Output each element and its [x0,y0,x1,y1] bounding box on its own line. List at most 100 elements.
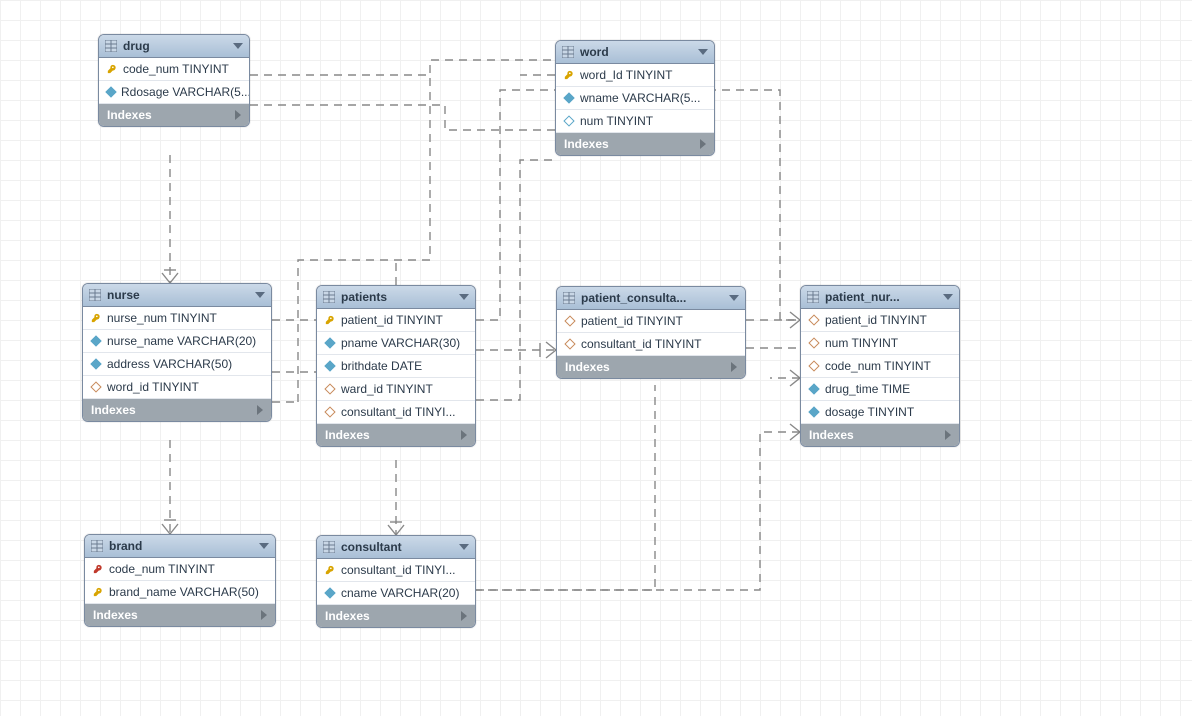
column-row[interactable]: patient_id TINYINT [557,310,745,333]
table-icon [105,40,117,52]
indexes-section[interactable]: Indexes [317,605,475,627]
column-row[interactable]: code_num TINYINT [99,58,249,81]
table-header[interactable]: nurse [83,284,271,307]
indexes-label: Indexes [91,403,136,417]
column-label: nurse_num TINYINT [107,311,217,325]
column-row[interactable]: cname VARCHAR(20) [317,582,475,605]
chevron-right-icon [700,139,706,149]
diamond-icon [564,93,574,103]
table-header[interactable]: patient_nur... [801,286,959,309]
chevron-right-icon [257,405,263,415]
table-header[interactable]: consultant [317,536,475,559]
key-icon [93,564,103,574]
indexes-section[interactable]: Indexes [83,399,271,421]
column-label: code_num TINYINT [109,562,215,576]
column-row[interactable]: num TINYINT [801,332,959,355]
table-patient_nur[interactable]: patient_nur... patient_id TINYINT num TINY… [800,285,960,447]
column-label: address VARCHAR(50) [107,357,232,371]
column-row[interactable]: consultant_id TINYINT [557,333,745,356]
chevron-down-icon[interactable] [729,295,739,301]
indexes-section[interactable]: Indexes [556,133,714,155]
table-title: brand [109,539,253,553]
diamond-icon [91,359,101,369]
chevron-down-icon[interactable] [259,543,269,549]
indexes-label: Indexes [325,428,370,442]
column-row[interactable]: ward_id TINYINT [317,378,475,401]
column-row[interactable]: consultant_id TINYI... [317,559,475,582]
chevron-down-icon[interactable] [459,294,469,300]
indexes-label: Indexes [325,609,370,623]
column-row[interactable]: drug_time TIME [801,378,959,401]
column-label: dosage TINYINT [825,405,914,419]
key-icon [107,64,117,74]
column-row[interactable]: code_num TINYINT [801,355,959,378]
column-label: consultant_id TINYINT [581,337,702,351]
table-title: patient_nur... [825,290,937,304]
column-label: wname VARCHAR(5... [580,91,700,105]
diamond-icon [565,339,575,349]
table-title: word [580,45,692,59]
table-consultant[interactable]: consultantconsultant_id TINYI...cname VA… [316,535,476,628]
column-row[interactable]: pname VARCHAR(30) [317,332,475,355]
table-icon [89,289,101,301]
column-label: pname VARCHAR(30) [341,336,460,350]
table-drug[interactable]: drug code_num TINYINT Rdosage VARCHAR(5...… [98,34,250,127]
column-row[interactable]: code_num TINYINT [85,558,275,581]
column-label: word_Id TINYINT [580,68,672,82]
key-icon [325,565,335,575]
column-row[interactable]: consultant_id TINYI... [317,401,475,424]
table-header[interactable]: word [556,41,714,64]
column-row[interactable]: address VARCHAR(50) [83,353,271,376]
chevron-right-icon [261,610,267,620]
diamond-icon [325,361,335,371]
chevron-down-icon[interactable] [255,292,265,298]
table-patient_consulta[interactable]: patient_consulta... patient_id TINYINT con… [556,286,746,379]
diamond-icon [325,338,335,348]
column-label: ward_id TINYINT [341,382,433,396]
column-row[interactable]: brand_name VARCHAR(50) [85,581,275,604]
column-label: patient_id TINYINT [341,313,443,327]
column-row[interactable]: wname VARCHAR(5... [556,87,714,110]
table-nurse[interactable]: nurse nurse_num TINYINT nurse_name VARCHAR… [82,283,272,422]
column-row[interactable]: patient_id TINYINT [317,309,475,332]
table-header[interactable]: drug [99,35,249,58]
chevron-right-icon [945,430,951,440]
column-label: code_num TINYINT [825,359,931,373]
column-row[interactable]: nurse_num TINYINT [83,307,271,330]
column-label: brand_name VARCHAR(50) [109,585,259,599]
column-row[interactable]: num TINYINT [556,110,714,133]
chevron-down-icon[interactable] [233,43,243,49]
table-brand[interactable]: brand code_num TINYINT brand_name VARCHAR(… [84,534,276,627]
column-label: word_id TINYINT [107,380,199,394]
table-title: drug [123,39,227,53]
column-row[interactable]: nurse_name VARCHAR(20) [83,330,271,353]
diamond-icon [809,361,819,371]
column-row[interactable]: dosage TINYINT [801,401,959,424]
column-row[interactable]: brithdate DATE [317,355,475,378]
indexes-section[interactable]: Indexes [801,424,959,446]
diamond-icon [564,116,574,126]
table-icon [563,292,575,304]
column-label: code_num TINYINT [123,62,229,76]
chevron-down-icon[interactable] [698,49,708,55]
table-patients[interactable]: patients patient_id TINYINT pname VARCHAR(… [316,285,476,447]
table-header[interactable]: patients [317,286,475,309]
table-header[interactable]: patient_consulta... [557,287,745,310]
diamond-icon [809,407,819,417]
table-header[interactable]: brand [85,535,275,558]
column-row[interactable]: word_Id TINYINT [556,64,714,87]
indexes-section[interactable]: Indexes [85,604,275,626]
indexes-section[interactable]: Indexes [99,104,249,126]
column-row[interactable]: word_id TINYINT [83,376,271,399]
indexes-label: Indexes [809,428,854,442]
chevron-down-icon[interactable] [459,544,469,550]
table-word[interactable]: word word_Id TINYINT wname VARCHAR(5... num… [555,40,715,156]
indexes-section[interactable]: Indexes [317,424,475,446]
diamond-icon [325,384,335,394]
indexes-section[interactable]: Indexes [557,356,745,378]
column-row[interactable]: Rdosage VARCHAR(5... [99,81,249,104]
column-label: patient_id TINYINT [581,314,683,328]
column-label: num TINYINT [825,336,898,350]
column-row[interactable]: patient_id TINYINT [801,309,959,332]
chevron-down-icon[interactable] [943,294,953,300]
